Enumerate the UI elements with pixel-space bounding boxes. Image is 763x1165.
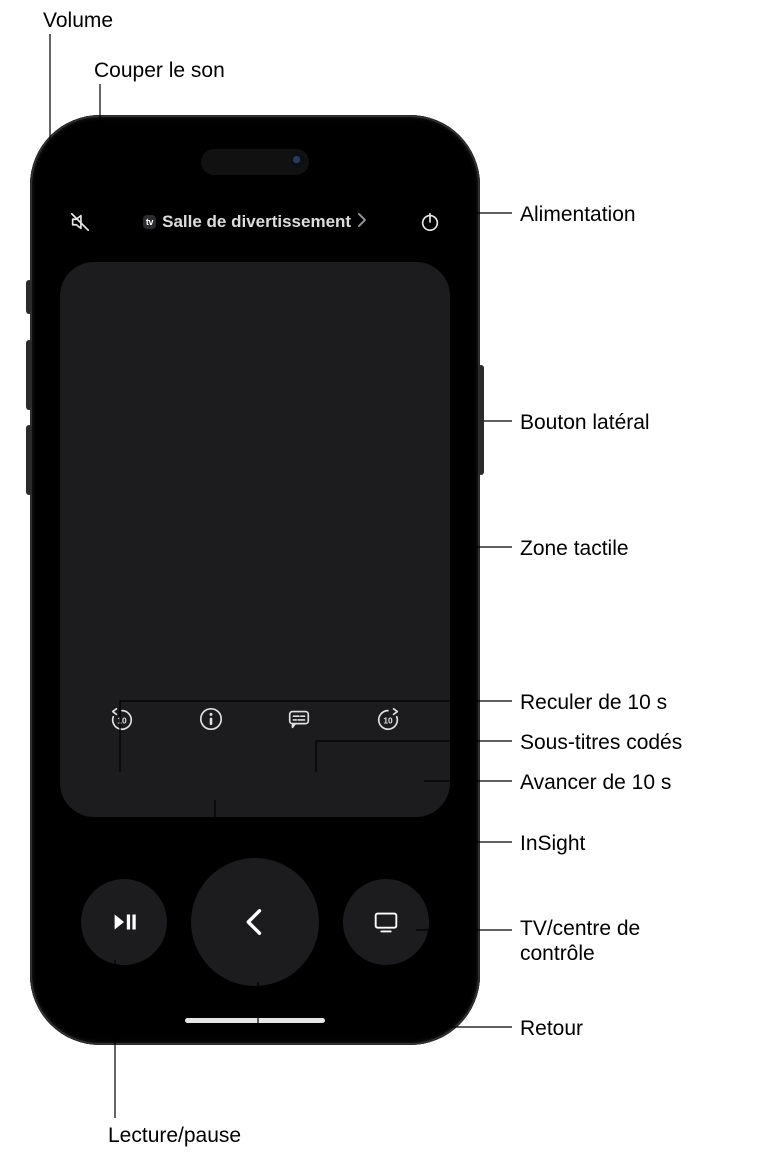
leader-lines (0, 0, 763, 1165)
